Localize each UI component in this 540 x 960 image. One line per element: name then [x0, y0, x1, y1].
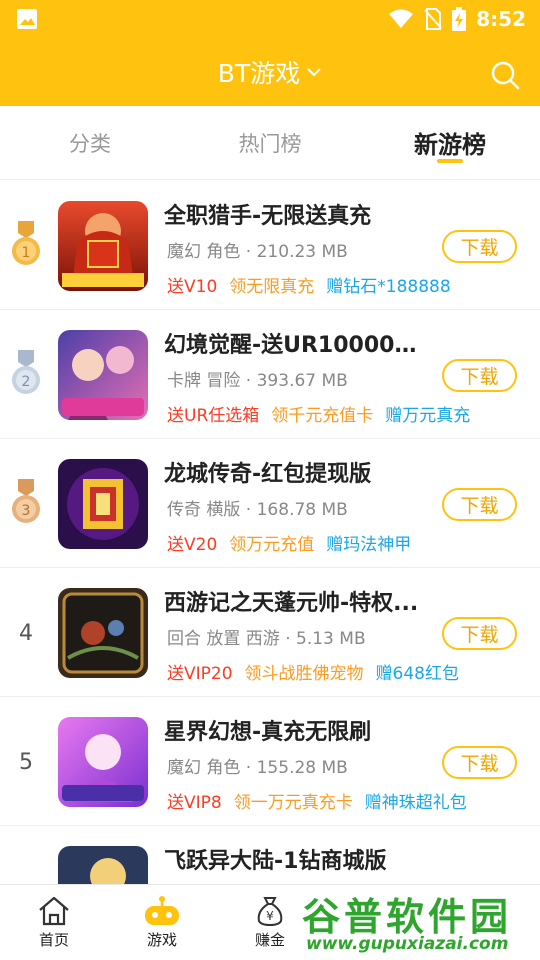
game-thumbnail[interactable]: [58, 201, 148, 291]
watermark: 谷普软件园 www.gupuxiazai.com: [302, 886, 540, 960]
chevron-down-icon: [307, 68, 321, 77]
tab-hot-ranking[interactable]: 热门榜: [180, 106, 360, 179]
game-meta: 卡牌 冒险 · 393.67 MB: [167, 371, 348, 391]
perk-gift: 送UR任选箱: [167, 406, 260, 426]
silver-medal-icon: 2: [8, 348, 44, 402]
perk-claim: 领千元充值卡: [271, 406, 374, 426]
game-thumbnail[interactable]: [58, 330, 148, 420]
game-meta: 魔幻 角色 · 155.28 MB: [167, 758, 348, 778]
game-title: 西游记之天蓬元帅-特权...: [164, 591, 419, 616]
game-row[interactable]: 3 龙城传奇-红包提现版 传奇 横版 · 168.78 MB 送V20 领万元充…: [0, 439, 540, 568]
game-perks: 送V20 领万元充值 赠玛法神甲: [167, 530, 411, 555]
download-button[interactable]: 下载: [442, 230, 517, 263]
download-button[interactable]: 下载: [442, 617, 517, 650]
rank-number: 3: [22, 503, 31, 519]
game-title: 龙城传奇-红包提现版: [164, 462, 372, 487]
perk-gift: 送V10: [167, 277, 218, 297]
tab-active-indicator: [437, 159, 463, 163]
game-perks: 送VIP20 领斗战胜佛宠物 赠648红包: [167, 659, 459, 684]
status-time: 8:52: [476, 7, 526, 31]
page-title: BT游戏: [217, 59, 301, 88]
rank-number: 1: [22, 245, 31, 261]
game-meta: 魔幻 角色 · 210.23 MB: [167, 242, 348, 262]
game-thumbnail[interactable]: [58, 459, 148, 549]
tab-new-ranking[interactable]: 新游榜: [360, 106, 540, 179]
download-button[interactable]: 下载: [442, 359, 517, 392]
game-title: 幻境觉醒-送UR10000真充: [164, 333, 424, 358]
search-icon[interactable]: [490, 60, 520, 90]
header-title-dropdown[interactable]: BT游戏: [218, 54, 322, 90]
rank-number: 2: [22, 374, 31, 390]
game-row[interactable]: 1 全职猎手-无限送真充 魔幻 角色 · 210.23 MB 送V10 领无限真…: [0, 181, 540, 310]
rank-badge: 4: [8, 606, 44, 660]
perk-bonus: 赠648红包: [375, 664, 459, 684]
perk-claim: 领一万元真充卡: [233, 793, 353, 813]
tab-label: 热门榜: [238, 131, 302, 156]
perk-bonus: 赠神珠超礼包: [364, 793, 467, 813]
rank-badge: 5: [8, 735, 44, 789]
nav-label: 赚金: [254, 931, 285, 949]
svg-text:¥: ¥: [266, 909, 274, 923]
tab-bar: 分类 热门榜 新游榜: [0, 106, 540, 180]
tab-category[interactable]: 分类: [0, 106, 180, 179]
download-button[interactable]: 下载: [442, 488, 517, 521]
tab-label: 新游榜: [414, 131, 486, 159]
perk-claim: 领斗战胜佛宠物: [244, 664, 364, 684]
gold-medal-icon: 1: [8, 219, 44, 273]
game-thumbnail[interactable]: [58, 588, 148, 678]
game-perks: 送UR任选箱 领千元充值卡 赠万元真充: [167, 401, 470, 426]
perk-gift: 送V20: [167, 535, 218, 555]
perk-gift: 送VIP20: [167, 664, 233, 684]
gamepad-icon: [145, 896, 179, 925]
tab-label: 分类: [69, 131, 111, 156]
battery-charging-icon: [452, 7, 467, 31]
perk-gift: 送VIP8: [167, 793, 222, 813]
game-row[interactable]: 4 西游记之天蓬元帅-特权... 回合 放置 西游 · 5.13 MB 送VIP…: [0, 568, 540, 697]
bronze-medal-icon: 3: [8, 477, 44, 531]
game-title: 全职猎手-无限送真充: [164, 204, 372, 229]
gallery-notification-icon: [17, 9, 37, 29]
watermark-url: www.gupuxiazai.com: [306, 934, 509, 954]
status-icons: 8:52: [388, 7, 526, 31]
game-perks: 送VIP8 领一万元真充卡 赠神珠超礼包: [167, 788, 467, 813]
game-thumbnail[interactable]: [58, 717, 148, 807]
download-button[interactable]: 下载: [442, 746, 517, 779]
rank-number: 5: [19, 749, 33, 775]
game-meta: 回合 放置 西游 · 5.13 MB: [167, 629, 366, 649]
perk-claim: 领万元充值: [229, 535, 315, 555]
game-title: 星界幻想-真充无限刷: [164, 720, 372, 745]
game-row[interactable]: 5 星界幻想-真充无限刷 魔幻 角色 · 155.28 MB 送VIP8 领一万…: [0, 697, 540, 826]
game-row[interactable]: 2 幻境觉醒-送UR10000真充 卡牌 冒险 · 393.67 MB 送UR任…: [0, 310, 540, 439]
perk-bonus: 赠玛法神甲: [326, 535, 412, 555]
no-sim-icon: [424, 8, 442, 30]
perk-claim: 领无限真充: [229, 277, 315, 297]
perk-bonus: 赠钻石*188888: [326, 277, 451, 297]
wifi-icon: [389, 9, 414, 28]
perk-bonus: 赠万元真充: [385, 406, 471, 426]
status-bar: 8:52: [0, 0, 540, 38]
game-meta: 传奇 横版 · 168.78 MB: [167, 500, 348, 520]
nav-home[interactable]: 首页: [0, 885, 108, 960]
game-perks: 送V10 领无限真充 赠钻石*188888: [167, 272, 451, 297]
money-bag-icon: ¥: [257, 897, 283, 927]
game-title: 飞跃异大陆-1钻商城版: [164, 849, 387, 874]
nav-label: 首页: [38, 931, 69, 949]
nav-games[interactable]: 游戏: [108, 885, 216, 960]
home-icon: [39, 896, 69, 926]
watermark-text: 谷普软件园: [302, 895, 513, 939]
rank-number: 4: [19, 620, 33, 646]
game-list: 1 全职猎手-无限送真充 魔幻 角色 · 210.23 MB 送V10 领无限真…: [0, 181, 540, 955]
app-header: BT游戏: [0, 38, 540, 106]
nav-label: 游戏: [146, 931, 177, 949]
